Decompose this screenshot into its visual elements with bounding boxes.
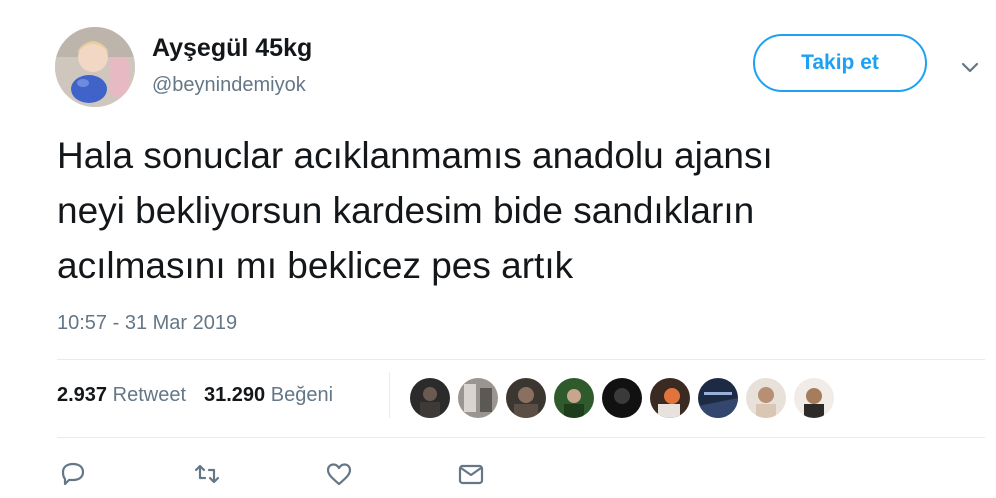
liker-avatar[interactable]	[506, 378, 546, 418]
avatar[interactable]	[55, 27, 135, 107]
message-icon[interactable]	[455, 458, 487, 490]
retweet-stat[interactable]: 2.937 Retweet	[57, 384, 186, 407]
reply-icon[interactable]	[57, 458, 89, 490]
retweet-label: Retweet	[112, 384, 186, 406]
liker-avatars	[410, 378, 842, 418]
stats-separator	[389, 372, 390, 418]
heart-icon[interactable]	[323, 458, 355, 490]
retweet-icon[interactable]	[191, 458, 223, 490]
retweet-count: 2.937	[57, 384, 108, 406]
liker-avatar[interactable]	[410, 378, 450, 418]
like-count: 31.290	[204, 384, 266, 406]
liker-avatar[interactable]	[698, 378, 738, 418]
follow-button[interactable]: Takip et	[753, 34, 927, 92]
tweet-timestamp[interactable]: 10:57 - 31 Mar 2019	[57, 312, 237, 335]
tweet-text: Hala sonuclar acıklanmamıs anadolu ajans…	[57, 135, 773, 286]
author-handle[interactable]: @beynindemiyok	[152, 74, 306, 97]
liker-avatar[interactable]	[794, 378, 834, 418]
liker-avatar[interactable]	[458, 378, 498, 418]
tweet-card: Ayşegül 45kg @beynindemiyok Takip et Hal…	[0, 0, 996, 498]
liker-avatar[interactable]	[602, 378, 642, 418]
liker-avatar[interactable]	[650, 378, 690, 418]
engagement-stats: 2.937 Retweet 31.290 Beğeni	[57, 384, 351, 407]
author-name[interactable]: Ayşegül 45kg	[152, 34, 312, 63]
liker-avatar[interactable]	[746, 378, 786, 418]
divider	[57, 359, 985, 360]
like-stat[interactable]: 31.290 Beğeni	[204, 384, 333, 407]
divider	[57, 437, 985, 438]
chevron-down-icon[interactable]	[958, 55, 982, 79]
like-label: Beğeni	[270, 384, 334, 406]
liker-avatar[interactable]	[554, 378, 594, 418]
